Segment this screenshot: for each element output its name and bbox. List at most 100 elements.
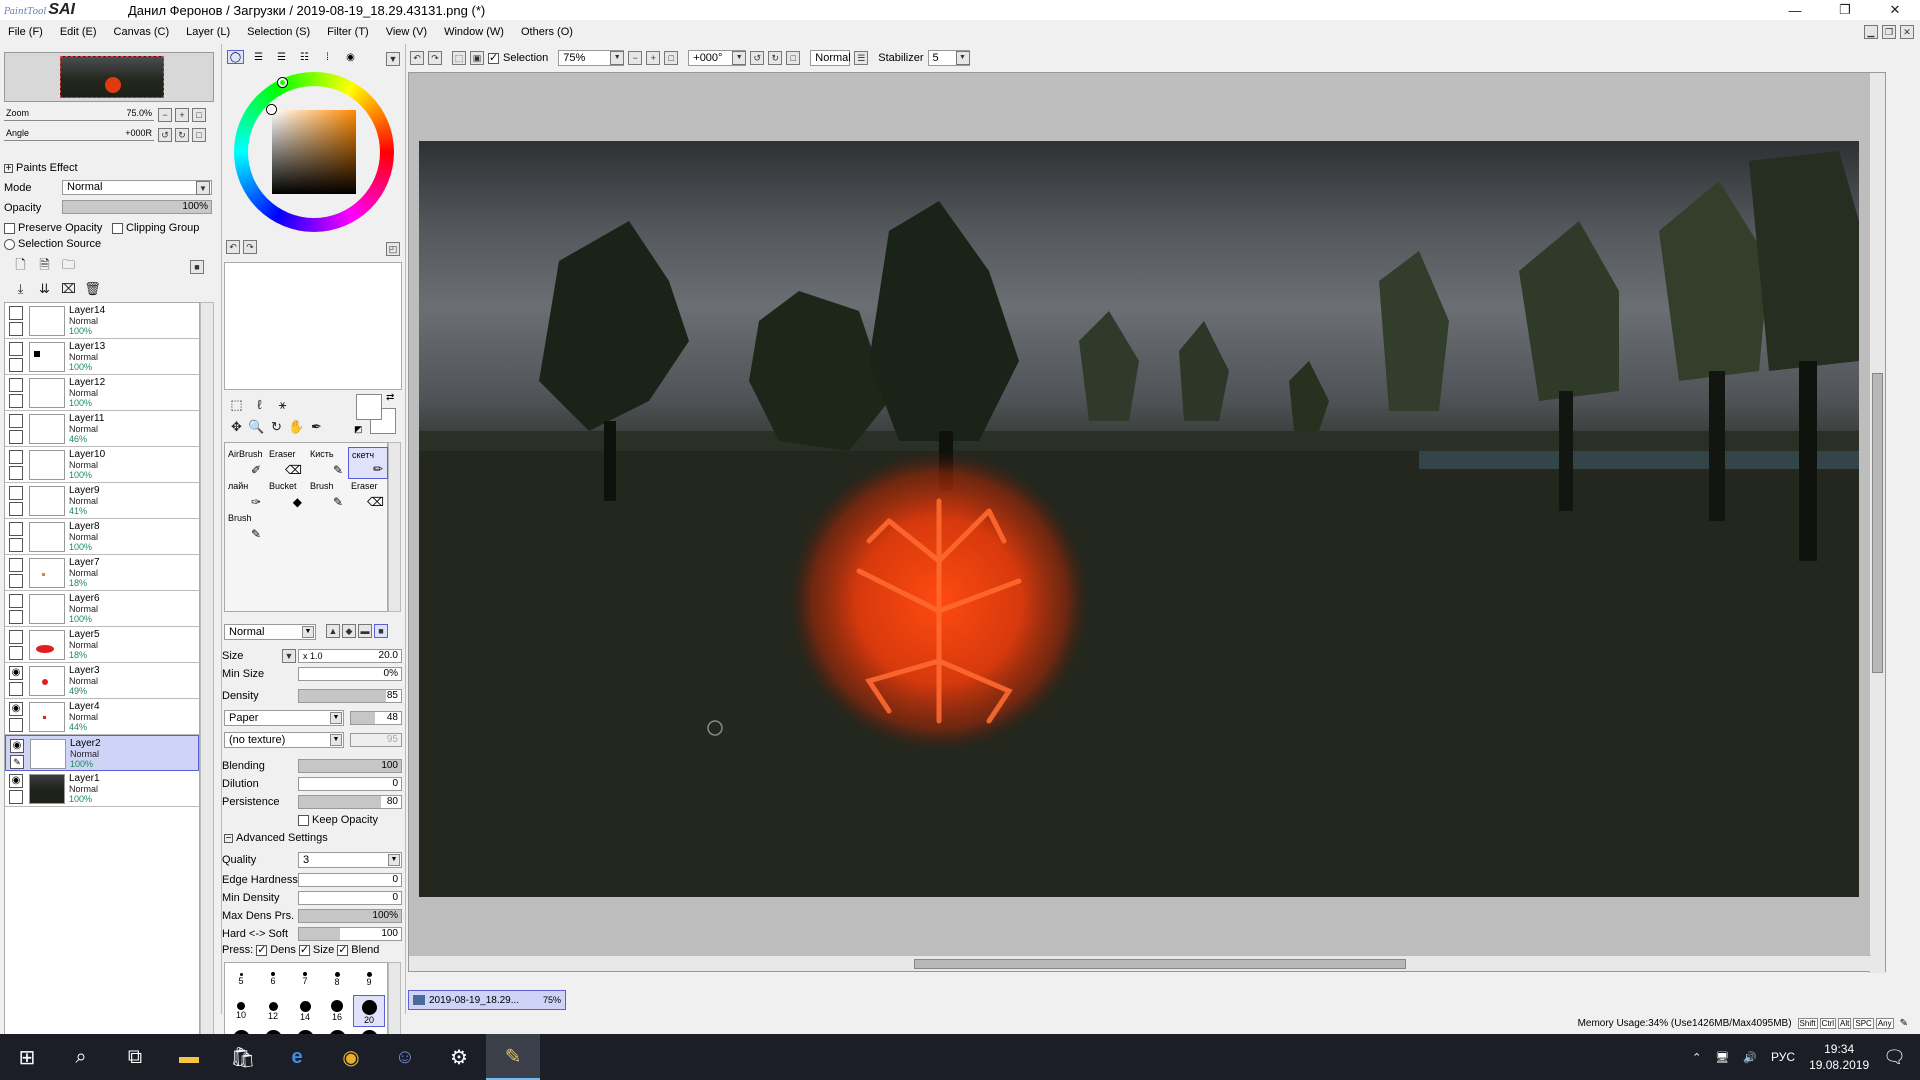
input-language[interactable]: РУС bbox=[1771, 1050, 1795, 1064]
canvas-zoom-reset-icon[interactable]: □ bbox=[664, 51, 679, 65]
menu-layer[interactable]: Layer (L) bbox=[186, 26, 230, 38]
quality-select[interactable]: 3 ▼ bbox=[298, 852, 402, 868]
brush-tool-item[interactable]: Brush ✎ bbox=[225, 511, 265, 543]
scratchpad-menu-icon[interactable]: ◰ bbox=[386, 242, 400, 256]
layer-item[interactable]: Layer10 Normal 100% bbox=[5, 447, 199, 483]
zoom-reset-button[interactable]: □ bbox=[192, 108, 206, 122]
brush-size-preset[interactable]: 8 bbox=[321, 963, 353, 995]
saturation-value-square[interactable] bbox=[267, 105, 356, 194]
edge-hardness-slider[interactable]: 0 bbox=[298, 873, 402, 887]
brush-tool-item[interactable]: Bucket ◆ bbox=[266, 479, 306, 511]
blending-slider[interactable]: 100 bbox=[298, 759, 402, 773]
menu-filter[interactable]: Filter (T) bbox=[327, 26, 369, 38]
stabilizer-select[interactable]: 5 ▼ bbox=[927, 50, 970, 66]
hard-soft-slider[interactable]: 100 bbox=[298, 927, 402, 941]
canvas-angle-select[interactable]: +000° ▼ bbox=[688, 50, 747, 66]
menu-canvas[interactable]: Canvas (C) bbox=[114, 26, 170, 38]
lock-icon[interactable] bbox=[9, 574, 23, 588]
advanced-settings-toggle[interactable]: − Advanced Settings bbox=[224, 832, 328, 844]
eye-icon[interactable]: ◉ bbox=[9, 666, 23, 680]
canvas-viewport[interactable] bbox=[408, 72, 1886, 973]
canvas-rotate-reset-icon[interactable]: □ bbox=[786, 51, 801, 65]
invert-selection-icon[interactable]: ▣ bbox=[470, 51, 484, 65]
lock-icon[interactable] bbox=[9, 790, 23, 804]
eye-hidden-icon[interactable] bbox=[9, 306, 23, 320]
selection-visible-checkbox[interactable] bbox=[488, 51, 499, 64]
menu-others[interactable]: Others (O) bbox=[521, 26, 573, 38]
layer-item[interactable]: Layer6 Normal 100% bbox=[5, 591, 199, 627]
brush-shape-hard-icon[interactable]: ■ bbox=[374, 624, 388, 638]
lock-icon[interactable] bbox=[9, 466, 23, 480]
rotate-reset-button[interactable]: □ bbox=[192, 128, 206, 142]
rgb-sliders-tab-icon[interactable]: ☰ bbox=[250, 50, 267, 64]
scratchpad[interactable] bbox=[224, 262, 402, 390]
lock-icon[interactable] bbox=[9, 358, 23, 372]
brush-tool-item[interactable]: скетч ✏ bbox=[348, 447, 388, 479]
texture-amount-slider[interactable]: 95 bbox=[350, 733, 402, 747]
layer-item[interactable]: Layer12 Normal 100% bbox=[5, 375, 199, 411]
clock[interactable]: 19:34 19.08.2019 bbox=[1809, 1041, 1869, 1073]
brush-texture-select[interactable]: (no texture) ▼ bbox=[224, 732, 344, 748]
rotate-tool-icon[interactable]: ↻ bbox=[268, 418, 285, 435]
layer-item[interactable]: ◉ Layer4 Normal 44% bbox=[5, 699, 199, 735]
eye-hidden-icon[interactable] bbox=[9, 450, 23, 464]
panel-collapse-icon[interactable]: ▼ bbox=[386, 52, 400, 66]
canvas-horizontal-thumb[interactable] bbox=[914, 959, 1406, 969]
eye-hidden-icon[interactable] bbox=[9, 342, 23, 356]
layer-item[interactable]: ◉ ✎ Layer2 Normal 100% bbox=[5, 735, 199, 771]
eye-hidden-icon[interactable] bbox=[9, 558, 23, 572]
discord-icon[interactable]: ☺ bbox=[378, 1034, 432, 1080]
menu-file[interactable]: File (F) bbox=[8, 26, 43, 38]
max-dens-slider[interactable]: 100% bbox=[298, 909, 402, 923]
restore-button[interactable]: ❐ bbox=[1820, 0, 1870, 20]
redo-color-icon[interactable]: ↷ bbox=[243, 240, 257, 254]
density-slider[interactable]: 85 bbox=[298, 689, 402, 703]
eye-hidden-icon[interactable] bbox=[9, 522, 23, 536]
clear-layer-icon[interactable]: ⌧ bbox=[60, 280, 77, 297]
brush-tool-item[interactable]: лайн ✑ bbox=[225, 479, 265, 511]
brush-blend-select[interactable]: Normal ▼ bbox=[224, 624, 316, 640]
zoom-tool-icon[interactable]: 🔍 bbox=[248, 418, 265, 435]
canvas-horizontal-scrollbar[interactable] bbox=[409, 955, 1871, 971]
menu-view[interactable]: View (V) bbox=[386, 26, 427, 38]
menu-window[interactable]: Window (W) bbox=[444, 26, 504, 38]
clipping-group-checkbox[interactable]: Clipping Group bbox=[112, 222, 199, 234]
brush-tool-item[interactable]: Кисть ✎ bbox=[307, 447, 347, 479]
edge-browser-icon[interactable]: e bbox=[270, 1034, 324, 1080]
size-slider[interactable]: x 1.0 20.0 bbox=[298, 649, 402, 663]
menu-selection[interactable]: Selection (S) bbox=[247, 26, 310, 38]
steam-icon[interactable]: ⚙ bbox=[432, 1034, 486, 1080]
lock-icon[interactable] bbox=[9, 718, 23, 732]
task-view-icon[interactable]: ⧉ bbox=[108, 1034, 162, 1080]
eye-icon[interactable]: ◉ bbox=[9, 774, 23, 788]
file-explorer-icon[interactable]: ▬ bbox=[162, 1034, 216, 1080]
preserve-opacity-checkbox[interactable]: Preserve Opacity bbox=[4, 222, 102, 234]
lock-icon[interactable] bbox=[9, 502, 23, 516]
layer-item[interactable]: Layer9 Normal 41% bbox=[5, 483, 199, 519]
eye-icon[interactable]: ◉ bbox=[9, 702, 23, 716]
doc-close-button[interactable]: ✕ bbox=[1900, 25, 1914, 39]
eye-hidden-icon[interactable] bbox=[9, 486, 23, 500]
lock-icon[interactable] bbox=[9, 322, 23, 336]
color-mixer-tab-icon[interactable]: ☷ bbox=[296, 50, 313, 64]
search-icon[interactable]: ⌕ bbox=[54, 1034, 108, 1080]
eyedropper-icon[interactable]: ✒ bbox=[308, 418, 325, 435]
brush-tool-item[interactable]: AirBrush ✐ bbox=[225, 447, 265, 479]
paper-texture-select[interactable]: Paper ▼ bbox=[224, 710, 344, 726]
canvas-vertical-thumb[interactable] bbox=[1872, 373, 1883, 673]
move-icon[interactable]: ✥ bbox=[228, 418, 245, 435]
rotate-right-button[interactable]: ↻ bbox=[175, 128, 189, 142]
sv-marker[interactable] bbox=[267, 105, 276, 114]
notifications-icon[interactable]: 🗨 bbox=[1883, 1047, 1906, 1068]
press-dens-checkbox[interactable] bbox=[256, 943, 268, 956]
new-folder-icon[interactable]: 🗀 bbox=[60, 257, 77, 275]
press-size-checkbox[interactable] bbox=[298, 943, 310, 956]
swap-colors-icon[interactable]: ⇄ bbox=[386, 392, 394, 403]
eye-hidden-icon[interactable] bbox=[9, 414, 23, 428]
lock-icon[interactable] bbox=[9, 646, 23, 660]
hsv-sliders-tab-icon[interactable]: ☰ bbox=[273, 50, 290, 64]
lock-icon[interactable] bbox=[9, 394, 23, 408]
lock-icon[interactable] bbox=[9, 682, 23, 696]
eye-hidden-icon[interactable] bbox=[9, 378, 23, 392]
redo-icon[interactable]: ↷ bbox=[428, 51, 442, 65]
